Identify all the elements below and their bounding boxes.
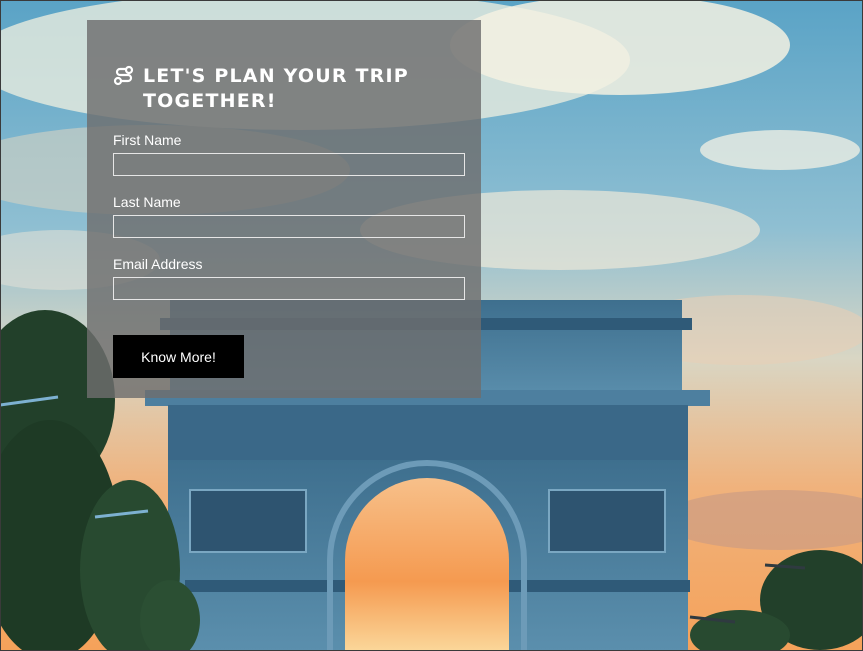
first-name-label: First Name	[113, 132, 182, 148]
form-heading-text: LET'S PLAN YOUR TRIP TOGETHER!	[143, 65, 409, 112]
form-heading: LET'S PLAN YOUR TRIP TOGETHER!	[113, 64, 443, 114]
trip-form-panel: LET'S PLAN YOUR TRIP TOGETHER! First Nam…	[87, 20, 481, 398]
route-icon	[113, 65, 135, 87]
last-name-input[interactable]	[113, 215, 465, 238]
know-more-button[interactable]: Know More!	[113, 335, 244, 378]
email-label: Email Address	[113, 256, 203, 272]
email-input[interactable]	[113, 277, 465, 300]
first-name-input[interactable]	[113, 153, 465, 176]
last-name-label: Last Name	[113, 194, 181, 210]
